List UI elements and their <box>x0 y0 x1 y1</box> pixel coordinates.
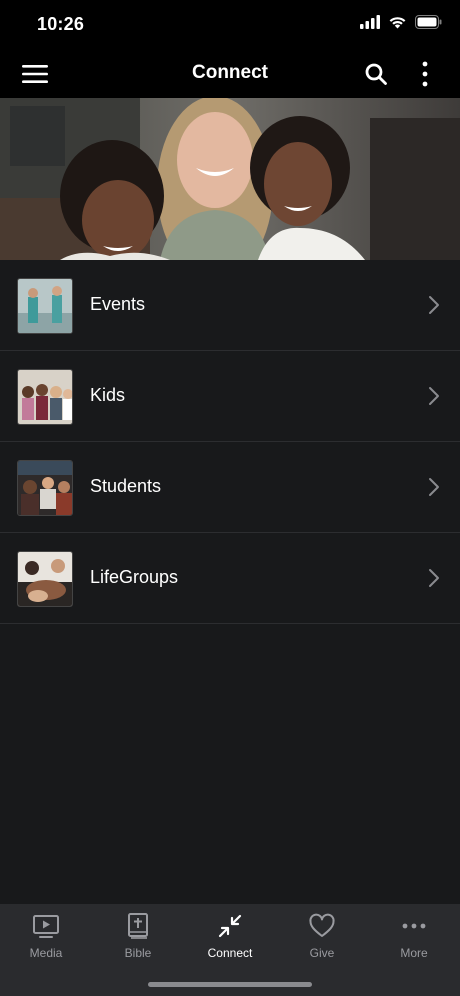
more-options-icon[interactable] <box>416 60 434 88</box>
list-item-label: Students <box>90 476 162 496</box>
chevron-right-icon <box>429 387 439 405</box>
compress-arrows-icon <box>218 914 242 938</box>
signal-icon <box>360 15 380 29</box>
events-thumbnail <box>17 278 73 334</box>
heart-icon <box>309 913 335 937</box>
battery-icon <box>415 15 442 29</box>
tab-label: More <box>400 946 428 960</box>
list-item-events[interactable]: Events <box>0 260 460 351</box>
connect-list: Events Kids Students LifeGroups <box>0 260 460 904</box>
bible-icon <box>128 913 148 939</box>
hero-image <box>0 98 460 260</box>
page-title: Connect <box>192 62 268 83</box>
list-item-label: Kids <box>90 385 126 405</box>
nav-bar: Connect <box>0 50 460 98</box>
list-item-students[interactable]: Students <box>0 442 460 533</box>
list-item-kids[interactable]: Kids <box>0 351 460 442</box>
tab-bar: Media Bible Connect Give More <box>0 904 460 996</box>
tab-label: Give <box>309 946 335 960</box>
list-item-lifegroups[interactable]: LifeGroups <box>0 533 460 624</box>
students-thumbnail <box>17 460 73 516</box>
status-bar: 10:26 <box>0 0 460 50</box>
tab-media[interactable]: Media <box>0 912 92 964</box>
kids-thumbnail <box>17 369 73 425</box>
list-item-label: LifeGroups <box>90 567 179 587</box>
tab-label: Connect <box>207 946 253 960</box>
tab-give[interactable]: Give <box>276 912 368 964</box>
tab-label: Bible <box>124 946 152 960</box>
tab-connect[interactable]: Connect <box>184 912 276 964</box>
tab-more[interactable]: More <box>368 912 460 964</box>
chevron-right-icon <box>429 569 439 587</box>
tab-label: Media <box>29 946 63 960</box>
search-icon[interactable] <box>364 62 388 86</box>
status-icons <box>360 15 442 29</box>
chevron-right-icon <box>429 478 439 496</box>
more-dots-icon <box>402 923 426 929</box>
lifegroups-thumbnail <box>17 551 73 607</box>
status-time: 10:26 <box>37 14 85 34</box>
tv-icon <box>33 915 59 938</box>
chevron-right-icon <box>429 296 439 314</box>
home-indicator[interactable] <box>148 982 312 987</box>
hero-photo <box>0 98 460 260</box>
list-item-label: Events <box>90 294 146 314</box>
wifi-icon <box>389 17 406 29</box>
tab-bible[interactable]: Bible <box>92 912 184 964</box>
